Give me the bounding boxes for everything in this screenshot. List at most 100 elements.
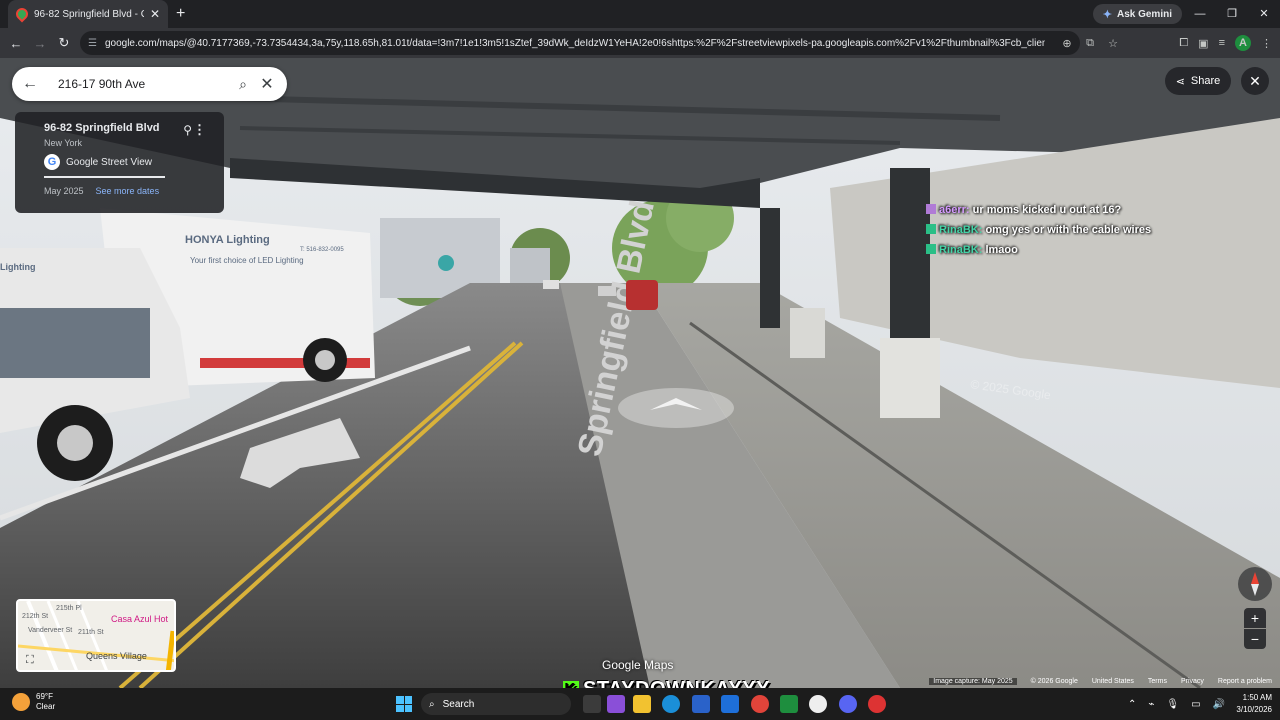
edge-icon[interactable]: [662, 695, 680, 713]
minimap-poi-label: Casa Azul Hot: [111, 614, 169, 624]
zoom-out-button[interactable]: −: [1244, 629, 1266, 649]
imagery-source[interactable]: G Google Street View: [44, 154, 165, 178]
compass-icon[interactable]: [1238, 567, 1272, 601]
address-bar-actions: ⊕ ⧉ ☆: [1060, 28, 1120, 58]
search-icon[interactable]: ⌕: [229, 76, 257, 93]
store-icon[interactable]: [692, 695, 710, 713]
chat-badge-icon: [926, 224, 936, 234]
browser-tab-bar: 96-82 Springfield Blvd - Google ✕ + ✦ As…: [0, 0, 1280, 28]
minimize-icon[interactable]: —: [1184, 0, 1216, 28]
clock-date: 3/10/2026: [1236, 705, 1272, 714]
chrome-icon[interactable]: [751, 695, 769, 713]
forward-icon[interactable]: →: [28, 36, 52, 51]
minimap-street-label: 211th St: [78, 629, 104, 636]
new-tab-icon[interactable]: +: [176, 5, 185, 23]
close-tab-icon[interactable]: ✕: [150, 7, 160, 21]
taskbar-search[interactable]: ⌕ Search: [421, 693, 571, 715]
extensions-icon[interactable]: ⧠: [1179, 37, 1188, 50]
bookmark-star-icon[interactable]: ☆: [1106, 37, 1120, 50]
network-icon[interactable]: ⌁: [1148, 699, 1154, 710]
chat-message: RinaBK: omg yes or with the cable wires: [926, 224, 1216, 236]
map-footer: Image capture: May 2025 © 2026 Google Un…: [929, 678, 1272, 685]
file-explorer-icon[interactable]: [633, 695, 651, 713]
place-info-card: 96-82 Springfield Blvd New York G Google…: [15, 112, 224, 213]
microphone-icon[interactable]: 🎙: [1166, 699, 1179, 710]
back-arrow-icon[interactable]: ←: [22, 75, 48, 93]
window-controls: — ❐ ✕: [1184, 0, 1280, 28]
search-icon: ⌕: [429, 698, 435, 710]
expand-map-icon[interactable]: ⛶: [26, 654, 34, 667]
search-box[interactable]: ← 216-17 90th Ave ⌕ ✕: [12, 67, 287, 101]
minimap-street-label: 215th Pl: [56, 605, 82, 612]
more-options-icon[interactable]: ⋮: [193, 122, 206, 138]
tray-overflow-icon[interactable]: ⌃: [1128, 699, 1136, 710]
privacy-link[interactable]: Privacy: [1181, 678, 1204, 685]
taskbar-search-label: Search: [442, 698, 475, 710]
imagery-source-label: Google Street View: [66, 156, 152, 168]
discord-icon[interactable]: [839, 695, 857, 713]
browser-menu-icon[interactable]: ⋮: [1261, 37, 1272, 50]
close-street-view-button[interactable]: ✕: [1241, 67, 1269, 95]
windows-start-icon[interactable]: [396, 696, 412, 712]
chat-badge-icon: [926, 244, 936, 254]
excel-icon[interactable]: [780, 695, 798, 713]
region-link[interactable]: United States: [1092, 678, 1134, 685]
chat-username: RinaBK:: [939, 244, 983, 256]
close-window-icon[interactable]: ✕: [1248, 0, 1280, 28]
app-icon[interactable]: [868, 695, 886, 713]
address-bar[interactable]: ☰ google.com/maps/@40.7177369,-73.735443…: [80, 31, 1080, 55]
place-marker-icon[interactable]: [438, 255, 454, 271]
mail-icon[interactable]: [721, 695, 739, 713]
back-icon[interactable]: ←: [4, 36, 28, 51]
gemini-sparkle-icon: ✦: [1102, 8, 1112, 21]
site-info-icon[interactable]: ☰: [88, 38, 97, 49]
chat-text: lmaoo: [985, 244, 1018, 256]
profile-avatar[interactable]: A: [1235, 35, 1251, 51]
system-tray: ⌃ ⌁ 🎙 ▭ 🔊: [1128, 688, 1225, 720]
share-label: Share: [1190, 75, 1221, 87]
restore-icon[interactable]: ❐: [1216, 0, 1248, 28]
truck-phone-text: T: 516-832-0095: [300, 247, 344, 253]
copyright: © 2026 Google: [1030, 678, 1078, 685]
truck-slogan-text: Your first choice of LED Lighting: [190, 256, 304, 265]
task-view-icon[interactable]: [583, 695, 601, 713]
url-text: google.com/maps/@40.7177369,-73.7354434,…: [104, 37, 1045, 49]
compass-needle: [1251, 572, 1259, 596]
browser-tab[interactable]: 96-82 Springfield Blvd - Google ✕: [8, 0, 168, 28]
terms-link[interactable]: Terms: [1148, 678, 1167, 685]
system-clock[interactable]: 1:50 AM 3/10/2026: [1222, 692, 1272, 716]
windows-taskbar: 69°F Clear ⌕ Search ⌃ ⌁ 🎙 ▭ 🔊 1:50 AM 3/…: [0, 688, 1280, 720]
capture-date: May 2025: [44, 186, 84, 196]
obs-icon[interactable]: [809, 695, 827, 713]
weather-condition: Clear: [36, 702, 56, 711]
zoom-in-button[interactable]: +: [1244, 608, 1266, 628]
ask-gemini-button[interactable]: ✦ Ask Gemini: [1092, 4, 1182, 24]
chat-text: ur moms kicked u out at 16?: [972, 204, 1122, 216]
side-panel-icon[interactable]: ▣: [1198, 37, 1208, 50]
display-icon[interactable]: ▭: [1191, 699, 1200, 710]
chat-username: a6err:: [939, 204, 970, 216]
media-control-icon[interactable]: ≡: [1219, 37, 1225, 49]
minimap-street-label: 212th St: [22, 613, 49, 620]
teams-icon[interactable]: [607, 695, 625, 713]
weather-widget[interactable]: 69°F Clear: [12, 692, 55, 712]
minimap-area-label: Queens Village: [86, 651, 147, 661]
screen: 96-82 Springfield Blvd - Google ✕ + ✦ As…: [0, 0, 1280, 720]
search-input[interactable]: 216-17 90th Ave: [48, 77, 229, 91]
chat-badge-icon: [926, 204, 936, 214]
minimap[interactable]: 212th St 215th Pl Vanderveer St 211th St…: [16, 599, 176, 672]
reload-icon[interactable]: ↻: [52, 35, 76, 51]
minimap-roads: [18, 601, 174, 670]
browser-toolbar: ← → ↻ ☰ google.com/maps/@40.7177369,-73.…: [0, 28, 1280, 58]
zoom-icon[interactable]: ⊕: [1060, 37, 1074, 50]
report-problem-link[interactable]: Report a problem: [1218, 678, 1272, 685]
see-more-dates-link[interactable]: See more dates: [96, 186, 160, 196]
location-pin-icon[interactable]: ⚲: [183, 123, 192, 137]
close-search-icon[interactable]: ✕: [257, 74, 277, 94]
browser-right-icons: ⧠ ▣ ≡ A ⋮: [1179, 28, 1272, 58]
image-capture-date: Image capture: May 2025: [929, 678, 1017, 685]
share-button[interactable]: ⋖ Share: [1165, 67, 1231, 95]
weather-icon: [12, 693, 30, 711]
google-maps-logo: Google Maps: [602, 658, 674, 672]
open-in-app-icon[interactable]: ⧉: [1083, 37, 1097, 50]
